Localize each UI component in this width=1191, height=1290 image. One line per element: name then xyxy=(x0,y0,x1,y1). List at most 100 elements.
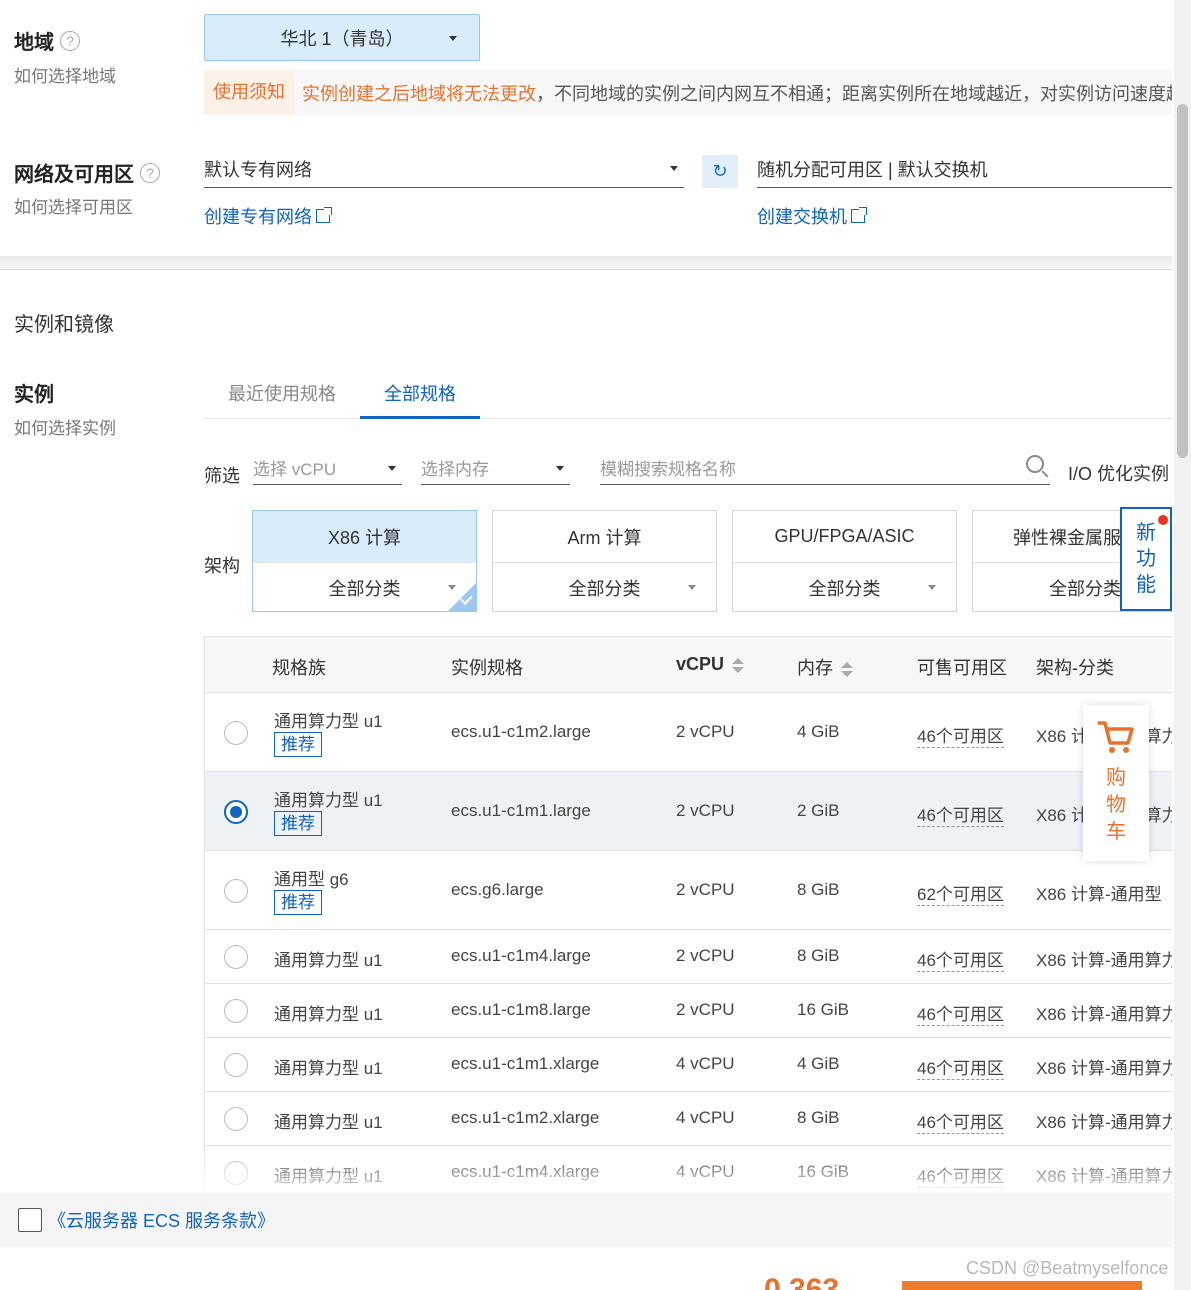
create-vswitch-link[interactable]: 创建交换机 xyxy=(757,203,867,229)
row-radio[interactable] xyxy=(224,945,248,969)
new-feature-button[interactable]: 新 功 能 xyxy=(1120,507,1172,611)
table-row[interactable]: 通用算力型 u1 ecs.u1-c1m1.xlarge 4 vCPU 4 GiB 46个… xyxy=(205,1038,1172,1092)
zone-select[interactable]: 随机分配可用区 | 默认交换机 xyxy=(757,150,1172,188)
recommend-badge: 推荐 xyxy=(274,890,322,915)
cell-vcpu: 2 vCPU xyxy=(676,879,735,899)
cell-zones[interactable]: 46个可用区 xyxy=(917,801,1004,827)
cell-memory: 2 GiB xyxy=(797,800,840,820)
cell-spec: ecs.u1-c1m1.xlarge xyxy=(451,1054,600,1073)
cell-memory: 8 GiB xyxy=(797,879,840,899)
recommend-badge: 推荐 xyxy=(274,732,322,757)
network-label: 网络及可用区 ? xyxy=(14,158,160,187)
arch-card-x86[interactable]: X86 计算 全部分类 xyxy=(252,510,477,612)
agreement-bar: 《云服务器 ECS 服务条款》 xyxy=(0,1193,1172,1247)
header-memory[interactable]: 内存 xyxy=(797,654,853,680)
table-row[interactable]: 通用算力型 u1 推荐 ecs.u1-c1m2.large 2 vCPU 4 GiB 46… xyxy=(205,693,1172,772)
header-spec: 实例规格 xyxy=(451,658,523,678)
region-help-link[interactable]: 如何选择地域 xyxy=(14,62,116,87)
header-vcpu[interactable]: vCPU xyxy=(676,654,745,675)
sort-icon[interactable] xyxy=(732,657,745,673)
arch-card-title: Arm 计算 xyxy=(493,511,716,563)
help-icon[interactable]: ? xyxy=(60,30,80,51)
row-radio[interactable] xyxy=(224,720,248,745)
cell-arch: X86 计算-通用算力型 xyxy=(1036,1005,1172,1024)
cell-arch: X86 计算-通用算力型 xyxy=(1036,951,1172,970)
shopping-cart-button[interactable]: 购 物 车 xyxy=(1083,705,1149,861)
filter-label: 筛选 xyxy=(204,466,240,486)
notice-tag: 使用须知 xyxy=(204,70,294,115)
terms-link[interactable]: 《云服务器 ECS 服务条款》 xyxy=(48,1207,275,1233)
family-name: 通用型 g6 xyxy=(274,870,349,889)
cell-zones[interactable]: 46个可用区 xyxy=(917,722,1004,748)
cell-zones[interactable]: 46个可用区 xyxy=(917,1000,1004,1026)
spec-table: 规格族 实例规格 vCPU 内存 可售可用区 架构-分类 通用算力型 u1 推荐 e… xyxy=(204,636,1172,1201)
recommend-badge: 推荐 xyxy=(274,811,322,836)
table-row[interactable]: 通用算力型 u1 ecs.u1-c1m4.large 2 vCPU 8 GiB 46个可… xyxy=(205,930,1172,984)
row-radio[interactable] xyxy=(224,999,248,1023)
cart-icon xyxy=(1098,721,1134,753)
watermark: CSDN @Beatmyselfonce xyxy=(966,1258,1169,1278)
arch-card-gpu[interactable]: GPU/FPGA/ASIC 全部分类 xyxy=(732,510,957,612)
cell-family: 通用算力型 u1 xyxy=(274,946,383,971)
cell-vcpu: 2 vCPU xyxy=(676,800,735,820)
cell-zones[interactable]: 46个可用区 xyxy=(917,1054,1004,1080)
table-row[interactable]: 通用算力型 u1 ecs.u1-c1m8.large 2 vCPU 16 GiB 46个… xyxy=(205,984,1172,1038)
family-name: 通用算力型 u1 xyxy=(274,951,383,970)
cell-zones[interactable]: 46个可用区 xyxy=(917,1108,1004,1134)
cell-zones[interactable]: 46个可用区 xyxy=(917,946,1004,972)
arch-category-select[interactable]: 全部分类 xyxy=(733,563,956,611)
cell-family: 通用算力型 u1 推荐 xyxy=(274,707,383,757)
cell-memory: 16 GiB xyxy=(797,1000,849,1019)
spec-search-input[interactable]: 模糊搜索规格名称 xyxy=(600,451,1050,485)
instance-label: 实例 xyxy=(14,384,54,406)
create-vpc-link[interactable]: 创建专有网络 xyxy=(204,203,332,229)
notice-warning: 实例创建之后地域将无法更改 xyxy=(302,83,536,104)
buy-button[interactable] xyxy=(902,1281,1142,1290)
arch-category-select[interactable]: 全部分类 xyxy=(253,563,476,611)
family-name: 通用算力型 u1 xyxy=(274,1005,383,1024)
arch-card-arm[interactable]: Arm 计算 全部分类 xyxy=(492,510,717,612)
help-icon[interactable]: ? xyxy=(140,162,160,183)
memory-select[interactable]: 选择内存 xyxy=(421,451,570,485)
chevron-down-icon xyxy=(928,585,936,590)
zone-help-link[interactable]: 如何选择可用区 xyxy=(14,193,133,218)
header-zones: 可售可用区 xyxy=(917,658,1007,678)
scrollbar-thumb[interactable] xyxy=(1177,104,1188,458)
cell-family: 通用算力型 u1 xyxy=(274,1108,383,1133)
table-row[interactable]: 通用型 g6 推荐 ecs.g6.large 2 vCPU 8 GiB 62个可用区 X86… xyxy=(205,851,1172,930)
chevron-down-icon xyxy=(388,466,396,471)
vpc-select[interactable]: 默认专有网络 xyxy=(204,150,684,188)
cell-zones[interactable]: 62个可用区 xyxy=(917,880,1004,906)
row-radio[interactable] xyxy=(224,1053,248,1077)
sort-icon[interactable] xyxy=(841,661,853,677)
header-family: 规格族 xyxy=(272,658,326,678)
cell-family: 通用型 g6 推荐 xyxy=(274,865,349,915)
cell-vcpu: 4 vCPU xyxy=(676,1054,735,1073)
chevron-down-icon xyxy=(556,466,564,471)
chevron-down-icon xyxy=(670,166,678,171)
search-icon[interactable] xyxy=(1026,455,1044,473)
arch-label: 架构 xyxy=(204,556,240,576)
vcpu-select[interactable]: 选择 vCPU xyxy=(253,451,402,485)
agreement-checkbox[interactable] xyxy=(18,1208,42,1232)
table-row[interactable]: 通用算力型 u1 推荐 ecs.u1-c1m1.large 2 vCPU 2 GiB 46… xyxy=(205,772,1172,851)
family-name: 通用算力型 u1 xyxy=(274,712,383,731)
row-radio[interactable] xyxy=(224,799,248,824)
row-radio[interactable] xyxy=(224,1107,248,1131)
cell-vcpu: 4 vCPU xyxy=(676,1108,735,1127)
family-name: 通用算力型 u1 xyxy=(274,1059,383,1078)
cell-spec: ecs.u1-c1m1.large xyxy=(451,800,591,820)
cell-spec: ecs.u1-c1m2.xlarge xyxy=(451,1108,600,1127)
refresh-button[interactable]: ↻ xyxy=(702,155,738,188)
tab-all-specs[interactable]: 全部规格 xyxy=(360,372,480,419)
table-row[interactable]: 通用算力型 u1 ecs.u1-c1m2.xlarge 4 vCPU 8 GiB 46个… xyxy=(205,1092,1172,1146)
cell-arch: X86 计算-通用算力型 xyxy=(1036,1113,1172,1132)
chevron-down-icon xyxy=(449,36,457,41)
arch-category-select[interactable]: 全部分类 xyxy=(493,563,716,611)
region-select[interactable]: 华北 1（青岛） xyxy=(204,14,480,61)
tab-recent-specs[interactable]: 最近使用规格 xyxy=(204,372,360,419)
row-radio[interactable] xyxy=(224,878,248,903)
instance-help-link[interactable]: 如何选择实例 xyxy=(14,414,116,439)
cell-memory: 4 GiB xyxy=(797,721,840,741)
table-body: 通用算力型 u1 推荐 ecs.u1-c1m2.large 2 vCPU 4 GiB 46… xyxy=(205,693,1172,1200)
